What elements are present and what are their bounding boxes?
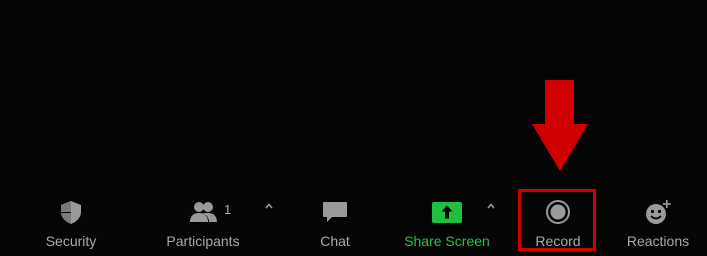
participants-options-chevron-up-icon[interactable]: [263, 200, 275, 212]
chat-bubble-icon: [323, 202, 347, 222]
chat-button[interactable]: Chat: [307, 186, 363, 256]
participants-icon: [190, 202, 217, 222]
annotation-down-arrow-icon: [532, 80, 588, 171]
share-screen-label: Share Screen: [404, 233, 490, 249]
share-screen-options-chevron-up-icon[interactable]: [485, 200, 497, 212]
participants-button[interactable]: 1 Participants: [158, 186, 248, 256]
meeting-toolbar: Security 1 Participants Chat Share Scree…: [0, 186, 707, 256]
share-screen-button[interactable]: Share Screen: [396, 186, 498, 256]
security-button[interactable]: Security: [33, 186, 109, 256]
emoji-plus-icon: [646, 200, 671, 224]
reactions-button[interactable]: Reactions: [618, 186, 698, 256]
meeting-window: Security 1 Participants Chat Share Scree…: [0, 0, 707, 256]
chat-label: Chat: [320, 233, 350, 249]
security-label: Security: [45, 233, 97, 249]
participants-count: 1: [224, 202, 232, 217]
reactions-label: Reactions: [626, 233, 690, 249]
shield-icon: [61, 201, 81, 224]
share-screen-icon: [432, 202, 462, 223]
record-highlight-box: [518, 189, 596, 251]
participants-label: Participants: [166, 233, 240, 249]
